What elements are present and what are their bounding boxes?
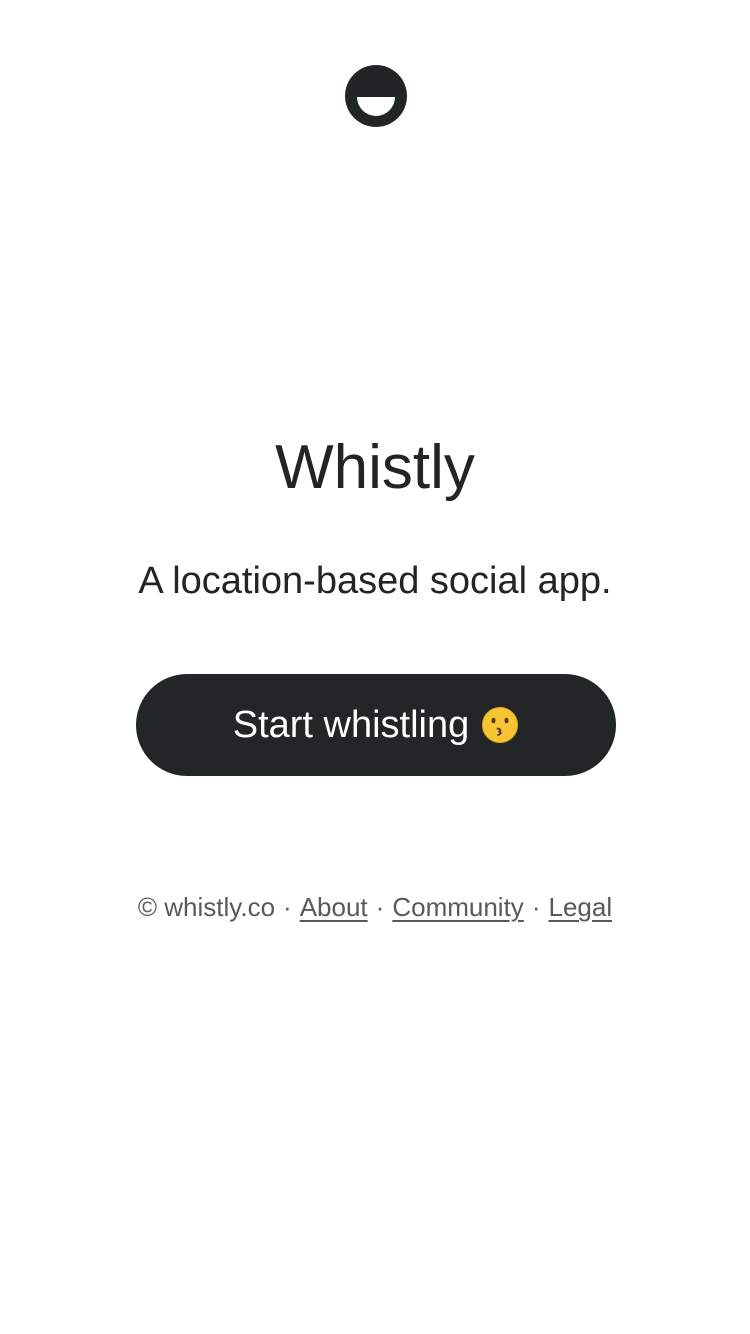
start-whistling-button[interactable]: Start whistling (136, 674, 616, 776)
copyright-text: © whistly.co (137, 892, 276, 922)
app-title: Whistly (275, 433, 475, 502)
app-tagline: A location-based social app. (138, 560, 612, 602)
footer: © whistly.co · About · Community · Legal (0, 888, 750, 926)
community-link[interactable]: Community (392, 892, 523, 922)
footer-separator: · (531, 892, 541, 922)
footer-separator: · (283, 892, 292, 922)
legal-link[interactable]: Legal (548, 892, 612, 922)
smiley-face-logo-icon (344, 64, 408, 128)
kissing-face-emoji-icon (481, 706, 519, 744)
footer-separator: · (375, 892, 385, 922)
landing-page: Whistly A location-based social app. Sta… (0, 0, 750, 1334)
start-whistling-label: Start whistling (232, 703, 470, 746)
about-link[interactable]: About (300, 892, 368, 922)
